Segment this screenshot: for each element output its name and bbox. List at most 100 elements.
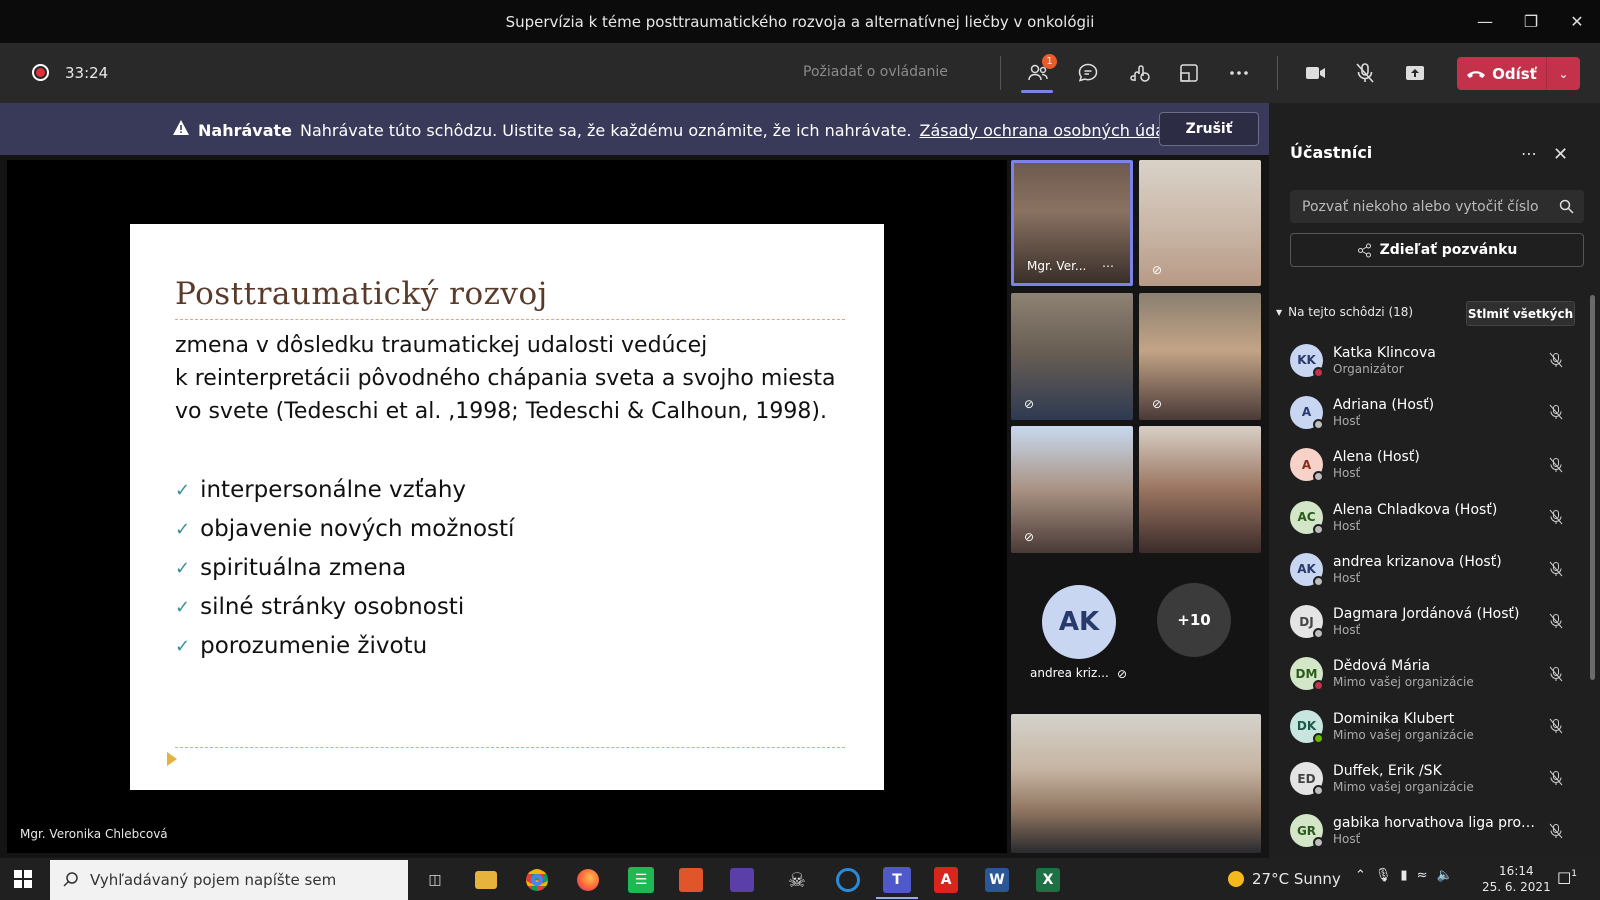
mic-off-icon[interactable] bbox=[1548, 718, 1564, 734]
minimize-icon[interactable]: — bbox=[1462, 0, 1508, 43]
calendar-app-icon[interactable] bbox=[730, 868, 754, 892]
share-invite-label: Zdieľať pozvánku bbox=[1379, 242, 1518, 258]
participant-name: Adriana (Hosť) bbox=[1333, 396, 1435, 413]
close-window-icon[interactable]: ✕ bbox=[1554, 0, 1600, 43]
avatar-initials: DM bbox=[1295, 666, 1318, 681]
video-tile[interactable]: ⊘ bbox=[1139, 293, 1261, 420]
more-icon[interactable]: ⋯ bbox=[1102, 259, 1114, 273]
participant-row[interactable]: A Adriana (Hosť) Hosť bbox=[1276, 386, 1586, 438]
app-icon[interactable] bbox=[679, 868, 703, 892]
participant-row[interactable]: DK Dominika Klubert Mimo vašej organizácie bbox=[1276, 700, 1586, 752]
wifi-icon[interactable]: ≈ bbox=[1417, 868, 1428, 883]
participants-button[interactable]: 1 bbox=[1021, 54, 1057, 89]
request-control-button[interactable]: Požiadať o ovládanie bbox=[803, 64, 948, 80]
participant-row[interactable]: AC Alena Chladkova (Hosť) Hosť bbox=[1276, 491, 1586, 543]
participant-row[interactable]: GR gabika horvathova liga proti r... Hosť bbox=[1276, 805, 1586, 857]
share-invite-button[interactable]: Zdieľať pozvánku bbox=[1290, 233, 1584, 267]
excel-icon[interactable]: X bbox=[1036, 868, 1060, 892]
mic-off-icon[interactable] bbox=[1548, 509, 1564, 525]
participant-role: Organizátor bbox=[1333, 361, 1404, 376]
reactions-button[interactable] bbox=[1122, 57, 1156, 89]
word-icon[interactable]: W bbox=[985, 868, 1009, 892]
microphone-icon[interactable]: 🎙 bbox=[1375, 868, 1392, 883]
participant-row[interactable]: KK Katka Klincova Organizátor bbox=[1276, 334, 1586, 386]
banner-heading: Nahrávate bbox=[198, 121, 292, 140]
more-icon[interactable]: ⋯ bbox=[1521, 144, 1538, 163]
active-app-indicator bbox=[876, 897, 918, 899]
chat-button[interactable] bbox=[1071, 57, 1105, 89]
warning-icon bbox=[173, 120, 189, 135]
windows-start-icon[interactable] bbox=[14, 870, 32, 888]
scrollbar[interactable] bbox=[1590, 295, 1595, 680]
video-tile[interactable] bbox=[1139, 426, 1261, 553]
slide-title: Posttraumatický rozvoj bbox=[175, 276, 548, 312]
volume-icon[interactable]: 🔈 bbox=[1436, 868, 1452, 883]
file-explorer-icon[interactable] bbox=[475, 871, 497, 889]
stop-recording-cancel-button[interactable]: Zrušiť bbox=[1159, 112, 1259, 146]
leave-button[interactable]: Odísť ⌄ bbox=[1457, 57, 1580, 90]
mic-off-icon[interactable] bbox=[1548, 457, 1564, 473]
avatar: DK bbox=[1290, 709, 1324, 744]
share-screen-button[interactable] bbox=[1398, 57, 1432, 89]
mic-off-icon[interactable] bbox=[1548, 823, 1564, 839]
video-tile[interactable]: ⊘ bbox=[1139, 160, 1261, 286]
self-video-tile[interactable] bbox=[1011, 714, 1261, 853]
task-view-icon[interactable]: ◫ bbox=[419, 864, 451, 896]
video-tile[interactable]: ⊘ bbox=[1011, 293, 1133, 420]
mic-off-icon[interactable] bbox=[1548, 561, 1564, 577]
mute-all-button[interactable]: Stlmiť všetkých bbox=[1466, 301, 1575, 326]
participant-row[interactable]: DJ Dagmara Jordánová (Hosť) Hosť bbox=[1276, 595, 1586, 647]
banner-message: Nahrávate túto schôdzu. Uistite sa, že k… bbox=[300, 121, 912, 140]
clock[interactable]: 16:14 25. 6. 2021 bbox=[1482, 863, 1551, 895]
alien-app-icon[interactable]: ☠ bbox=[781, 864, 813, 896]
spotify-icon[interactable]: ☰ bbox=[628, 867, 654, 893]
participant-row[interactable]: DM Dědová Mária Mimo vašej organizácie bbox=[1276, 648, 1586, 700]
invite-input[interactable]: Pozvať niekoho alebo vytočiť číslo bbox=[1290, 190, 1584, 223]
restore-icon[interactable]: ❐ bbox=[1508, 0, 1554, 43]
check-icon: ✓ bbox=[175, 519, 191, 540]
participant-row[interactable]: AK andrea krizanova (Hosť) Hosť bbox=[1276, 543, 1586, 595]
camera-button[interactable] bbox=[1298, 57, 1332, 89]
video-tile-active[interactable]: Mgr. Ver... ⋯ bbox=[1011, 160, 1133, 286]
participant-role: Mimo vašej organizácie bbox=[1333, 780, 1474, 795]
participant-info: Adriana (Hosť) Hosť bbox=[1333, 397, 1538, 428]
taskbar-search-input[interactable]: Vyhľadávaný pojem napíšte sem bbox=[50, 860, 408, 900]
clock-date: 25. 6. 2021 bbox=[1482, 880, 1551, 894]
mic-button[interactable] bbox=[1348, 57, 1382, 89]
app-icon[interactable] bbox=[832, 864, 864, 896]
mic-off-icon[interactable] bbox=[1548, 666, 1564, 682]
participant-name: andrea krizanova (Hosť) bbox=[1333, 553, 1502, 570]
slide-divider bbox=[175, 319, 845, 320]
mic-off-icon[interactable] bbox=[1548, 404, 1564, 420]
mic-off-icon[interactable] bbox=[1548, 770, 1564, 786]
participant-role: Hosť bbox=[1333, 413, 1361, 428]
privacy-policy-link[interactable]: Zásady ochrana osobných údajov bbox=[920, 121, 1189, 140]
firefox-icon[interactable] bbox=[572, 864, 604, 896]
avatar[interactable]: AK bbox=[1042, 585, 1116, 659]
chevron-up-icon[interactable]: ⌃ bbox=[1355, 868, 1366, 883]
section-label: Na tejto schôdzi (18) bbox=[1288, 305, 1414, 319]
notifications-icon[interactable]: □1 bbox=[1557, 868, 1577, 886]
rooms-button[interactable] bbox=[1172, 57, 1206, 89]
acrobat-icon[interactable]: A bbox=[934, 867, 958, 893]
participants-section-header[interactable]: ▼ Na tejto schôdzi (18) bbox=[1276, 305, 1413, 319]
participant-row[interactable]: ED Duffek, Erik /SK Mimo vašej organizácie bbox=[1276, 752, 1586, 804]
weather-widget[interactable]: 27°C Sunny bbox=[1228, 870, 1341, 888]
mic-off-icon[interactable] bbox=[1548, 352, 1564, 368]
video-tile[interactable]: ⊘ bbox=[1011, 426, 1133, 553]
presence-status-icon bbox=[1313, 732, 1324, 744]
search-icon[interactable] bbox=[1559, 199, 1574, 214]
close-icon[interactable]: ✕ bbox=[1553, 144, 1568, 165]
battery-icon[interactable]: ▮ bbox=[1400, 868, 1407, 883]
chevron-down-icon[interactable]: ⌄ bbox=[1547, 67, 1580, 81]
chevron-down-icon: ▼ bbox=[1276, 307, 1283, 317]
slide-footer-divider bbox=[175, 747, 845, 748]
more-participants-button[interactable]: +10 bbox=[1157, 583, 1231, 657]
invite-placeholder: Pozvať niekoho alebo vytočiť číslo bbox=[1302, 198, 1539, 215]
participant-row[interactable]: A Alena (Hosť) Hosť bbox=[1276, 439, 1586, 491]
chrome-icon[interactable] bbox=[521, 864, 553, 896]
teams-icon[interactable]: T bbox=[883, 867, 911, 893]
mic-off-icon[interactable] bbox=[1548, 613, 1564, 629]
more-actions-button[interactable] bbox=[1222, 57, 1256, 89]
leave-main[interactable]: Odísť bbox=[1457, 57, 1547, 90]
